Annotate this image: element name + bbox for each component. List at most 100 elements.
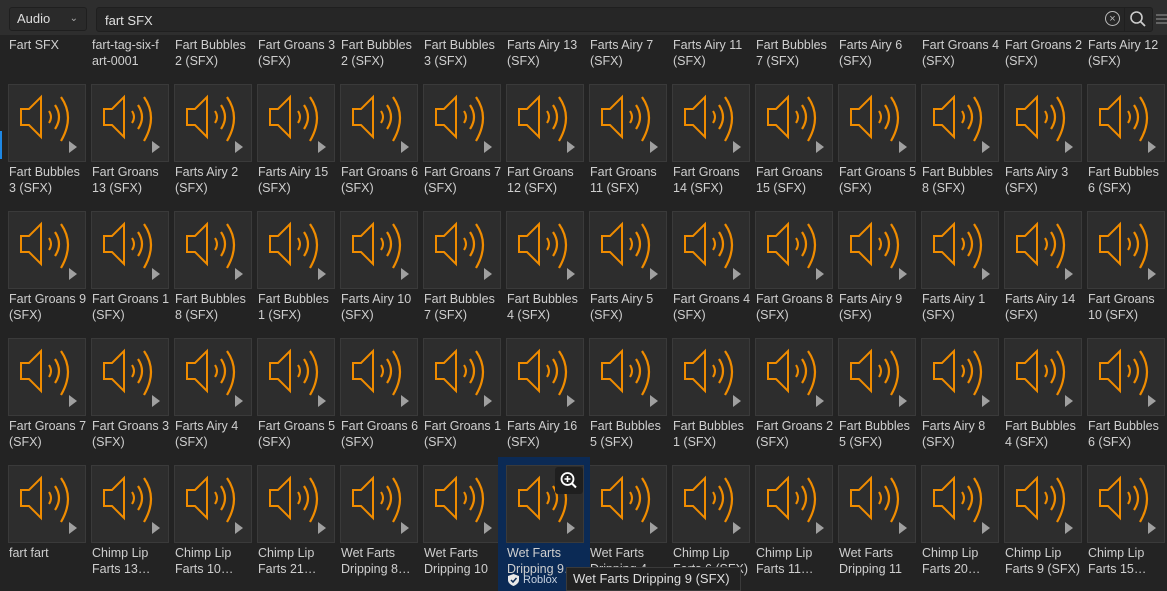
asset-name[interactable]: Farts Airy 11 (SFX) — [673, 37, 753, 69]
asset-name[interactable]: Farts Airy 14 (SFX) — [1005, 291, 1085, 323]
asset-tile[interactable] — [755, 338, 833, 416]
asset-tile[interactable] — [755, 465, 833, 543]
asset-tile[interactable] — [1087, 84, 1165, 162]
asset-tile[interactable] — [174, 338, 252, 416]
asset-tile[interactable] — [1087, 338, 1165, 416]
asset-name[interactable]: Farts Airy 12 (SFX) — [1088, 37, 1167, 69]
asset-tile[interactable] — [1004, 211, 1082, 289]
asset-name[interactable]: Fart Groans 3 (SFX) — [258, 37, 338, 69]
asset-tile[interactable] — [257, 465, 335, 543]
asset-name[interactable]: Fart Groans 1 (SFX) — [424, 418, 504, 450]
asset-name[interactable]: Fart Groans 6 (SFX) — [341, 418, 421, 450]
asset-name[interactable]: Fart Groans 4 (SFX) — [922, 37, 1002, 69]
asset-tile[interactable] — [174, 211, 252, 289]
asset-tile[interactable] — [838, 338, 916, 416]
asset-name[interactable]: Farts Airy 15 (SFX) — [258, 164, 338, 196]
asset-name[interactable]: Farts Airy 4 (SFX) — [175, 418, 255, 450]
asset-name[interactable]: Chimp Lip Farts 9 (SFX) — [1005, 545, 1085, 577]
asset-name[interactable]: Farts Airy 9 (SFX) — [839, 291, 919, 323]
asset-name[interactable]: Farts Airy 8 (SFX) — [922, 418, 1002, 450]
asset-name[interactable]: Fart Groans 9 (SFX) — [9, 291, 89, 323]
asset-name[interactable]: Chimp Lip Farts 10 (SFX) — [175, 545, 255, 577]
asset-tile[interactable] — [91, 211, 169, 289]
asset-name[interactable]: Fart Groans 15 (SFX) — [756, 164, 836, 196]
asset-tile[interactable] — [755, 211, 833, 289]
asset-tile[interactable] — [423, 84, 501, 162]
asset-name[interactable]: Fart Bubbles 8 (SFX) — [922, 164, 1002, 196]
asset-tile[interactable] — [423, 338, 501, 416]
asset-name[interactable]: Farts Airy 10 (SFX) — [341, 291, 421, 323]
asset-tile[interactable] — [8, 465, 86, 543]
asset-tile[interactable] — [257, 211, 335, 289]
asset-tile[interactable] — [506, 84, 584, 162]
asset-name[interactable]: Chimp Lip Farts 20 (SFX) — [922, 545, 1002, 577]
category-dropdown[interactable]: Audio ⌄ — [9, 7, 87, 31]
asset-tile[interactable] — [174, 84, 252, 162]
asset-name[interactable]: Chimp Lip Farts 13 (SFX) — [92, 545, 172, 577]
asset-name[interactable]: Farts Airy 3 (SFX) — [1005, 164, 1085, 196]
asset-name[interactable]: Farts Airy 13 (SFX) — [507, 37, 587, 69]
asset-name[interactable]: Fart Bubbles 6 (SFX) — [1088, 164, 1167, 196]
asset-name[interactable]: Fart Groans 7 (SFX) — [9, 418, 89, 450]
asset-tile[interactable] — [921, 211, 999, 289]
asset-name[interactable]: Fart Bubbles 3 (SFX) — [9, 164, 89, 196]
asset-tile[interactable] — [174, 465, 252, 543]
asset-tile[interactable] — [672, 465, 750, 543]
asset-tile[interactable] — [8, 211, 86, 289]
asset-name[interactable]: Fart Groans 5 (SFX) — [839, 164, 919, 196]
asset-name[interactable]: Chimp Lip Farts 15 (SFX) — [1088, 545, 1167, 577]
asset-tile[interactable] — [589, 211, 667, 289]
asset-name[interactable]: Fart Bubbles 7 (SFX) — [424, 291, 504, 323]
asset-name[interactable]: Fart Bubbles 5 (SFX) — [839, 418, 919, 450]
asset-name[interactable]: Fart Groans 8 (SFX) — [756, 291, 836, 323]
asset-name[interactable]: Fart Groans 2 (SFX) — [756, 418, 836, 450]
search-icon[interactable] — [1129, 10, 1147, 28]
asset-tile[interactable] — [1004, 338, 1082, 416]
asset-tile[interactable] — [8, 84, 86, 162]
asset-tile[interactable] — [921, 465, 999, 543]
asset-name[interactable]: Fart Groans 4 (SFX) — [673, 291, 753, 323]
asset-name[interactable]: Fart Bubbles 8 (SFX) — [175, 291, 255, 323]
asset-name[interactable]: Fart Groans 14 (SFX) — [673, 164, 753, 196]
asset-name[interactable]: Fart Bubbles 1 (SFX) — [258, 291, 338, 323]
asset-tile[interactable] — [423, 211, 501, 289]
asset-name[interactable]: Wet Farts Dripping 8 (SFX) — [341, 545, 421, 577]
asset-name[interactable]: Fart Groans 2 (SFX) — [1005, 37, 1085, 69]
asset-name[interactable]: Fart Bubbles 7 (SFX) — [756, 37, 836, 69]
asset-name[interactable]: Chimp Lip Farts 11 (SFX) — [756, 545, 836, 577]
asset-tile[interactable] — [672, 338, 750, 416]
asset-tile[interactable] — [1004, 465, 1082, 543]
asset-tile[interactable] — [1004, 84, 1082, 162]
asset-tile[interactable] — [506, 211, 584, 289]
asset-tile[interactable] — [340, 84, 418, 162]
asset-tile[interactable] — [257, 84, 335, 162]
asset-tile[interactable] — [91, 465, 169, 543]
asset-name[interactable]: Fart Bubbles 1 (SFX) — [673, 418, 753, 450]
asset-name[interactable]: Farts Airy 1 (SFX) — [922, 291, 1002, 323]
search-input[interactable] — [97, 8, 1097, 33]
asset-name[interactable]: Wet Farts Dripping 11 — [839, 545, 919, 577]
asset-name[interactable]: Fart Groans 10 (SFX) — [1088, 291, 1167, 323]
asset-name[interactable]: Fart Bubbles 5 (SFX) — [590, 418, 670, 450]
asset-name[interactable]: Farts Airy 7 (SFX) — [590, 37, 670, 69]
asset-name[interactable]: fart fart — [9, 545, 89, 561]
asset-tile[interactable] — [589, 465, 667, 543]
asset-name[interactable]: Fart Groans 13 (SFX) — [92, 164, 172, 196]
asset-name[interactable]: Fart Groans 12 (SFX) — [507, 164, 587, 196]
asset-name[interactable]: fart-tag-six-f art-0001 — [92, 37, 172, 69]
asset-name[interactable]: Fart Groans 1 (SFX) — [92, 291, 172, 323]
asset-name[interactable]: Fart Bubbles 6 (SFX) — [1088, 418, 1167, 450]
asset-name[interactable]: Wet Farts Dripping 10 — [424, 545, 504, 577]
asset-tile[interactable] — [921, 338, 999, 416]
asset-name[interactable]: Fart Groans 6 (SFX) — [341, 164, 421, 196]
asset-tile[interactable] — [257, 338, 335, 416]
asset-tile[interactable] — [423, 465, 501, 543]
clear-search-icon[interactable]: × — [1105, 11, 1120, 26]
asset-name[interactable]: Fart Groans 7 (SFX) — [424, 164, 504, 196]
asset-name[interactable]: Fart Bubbles 3 (SFX) — [424, 37, 504, 69]
asset-tile[interactable] — [672, 84, 750, 162]
zoom-preview-button[interactable] — [555, 467, 583, 494]
asset-name[interactable]: Chimp Lip Farts 21 (SFX) — [258, 545, 338, 577]
asset-tile[interactable] — [589, 338, 667, 416]
asset-tile[interactable] — [506, 338, 584, 416]
